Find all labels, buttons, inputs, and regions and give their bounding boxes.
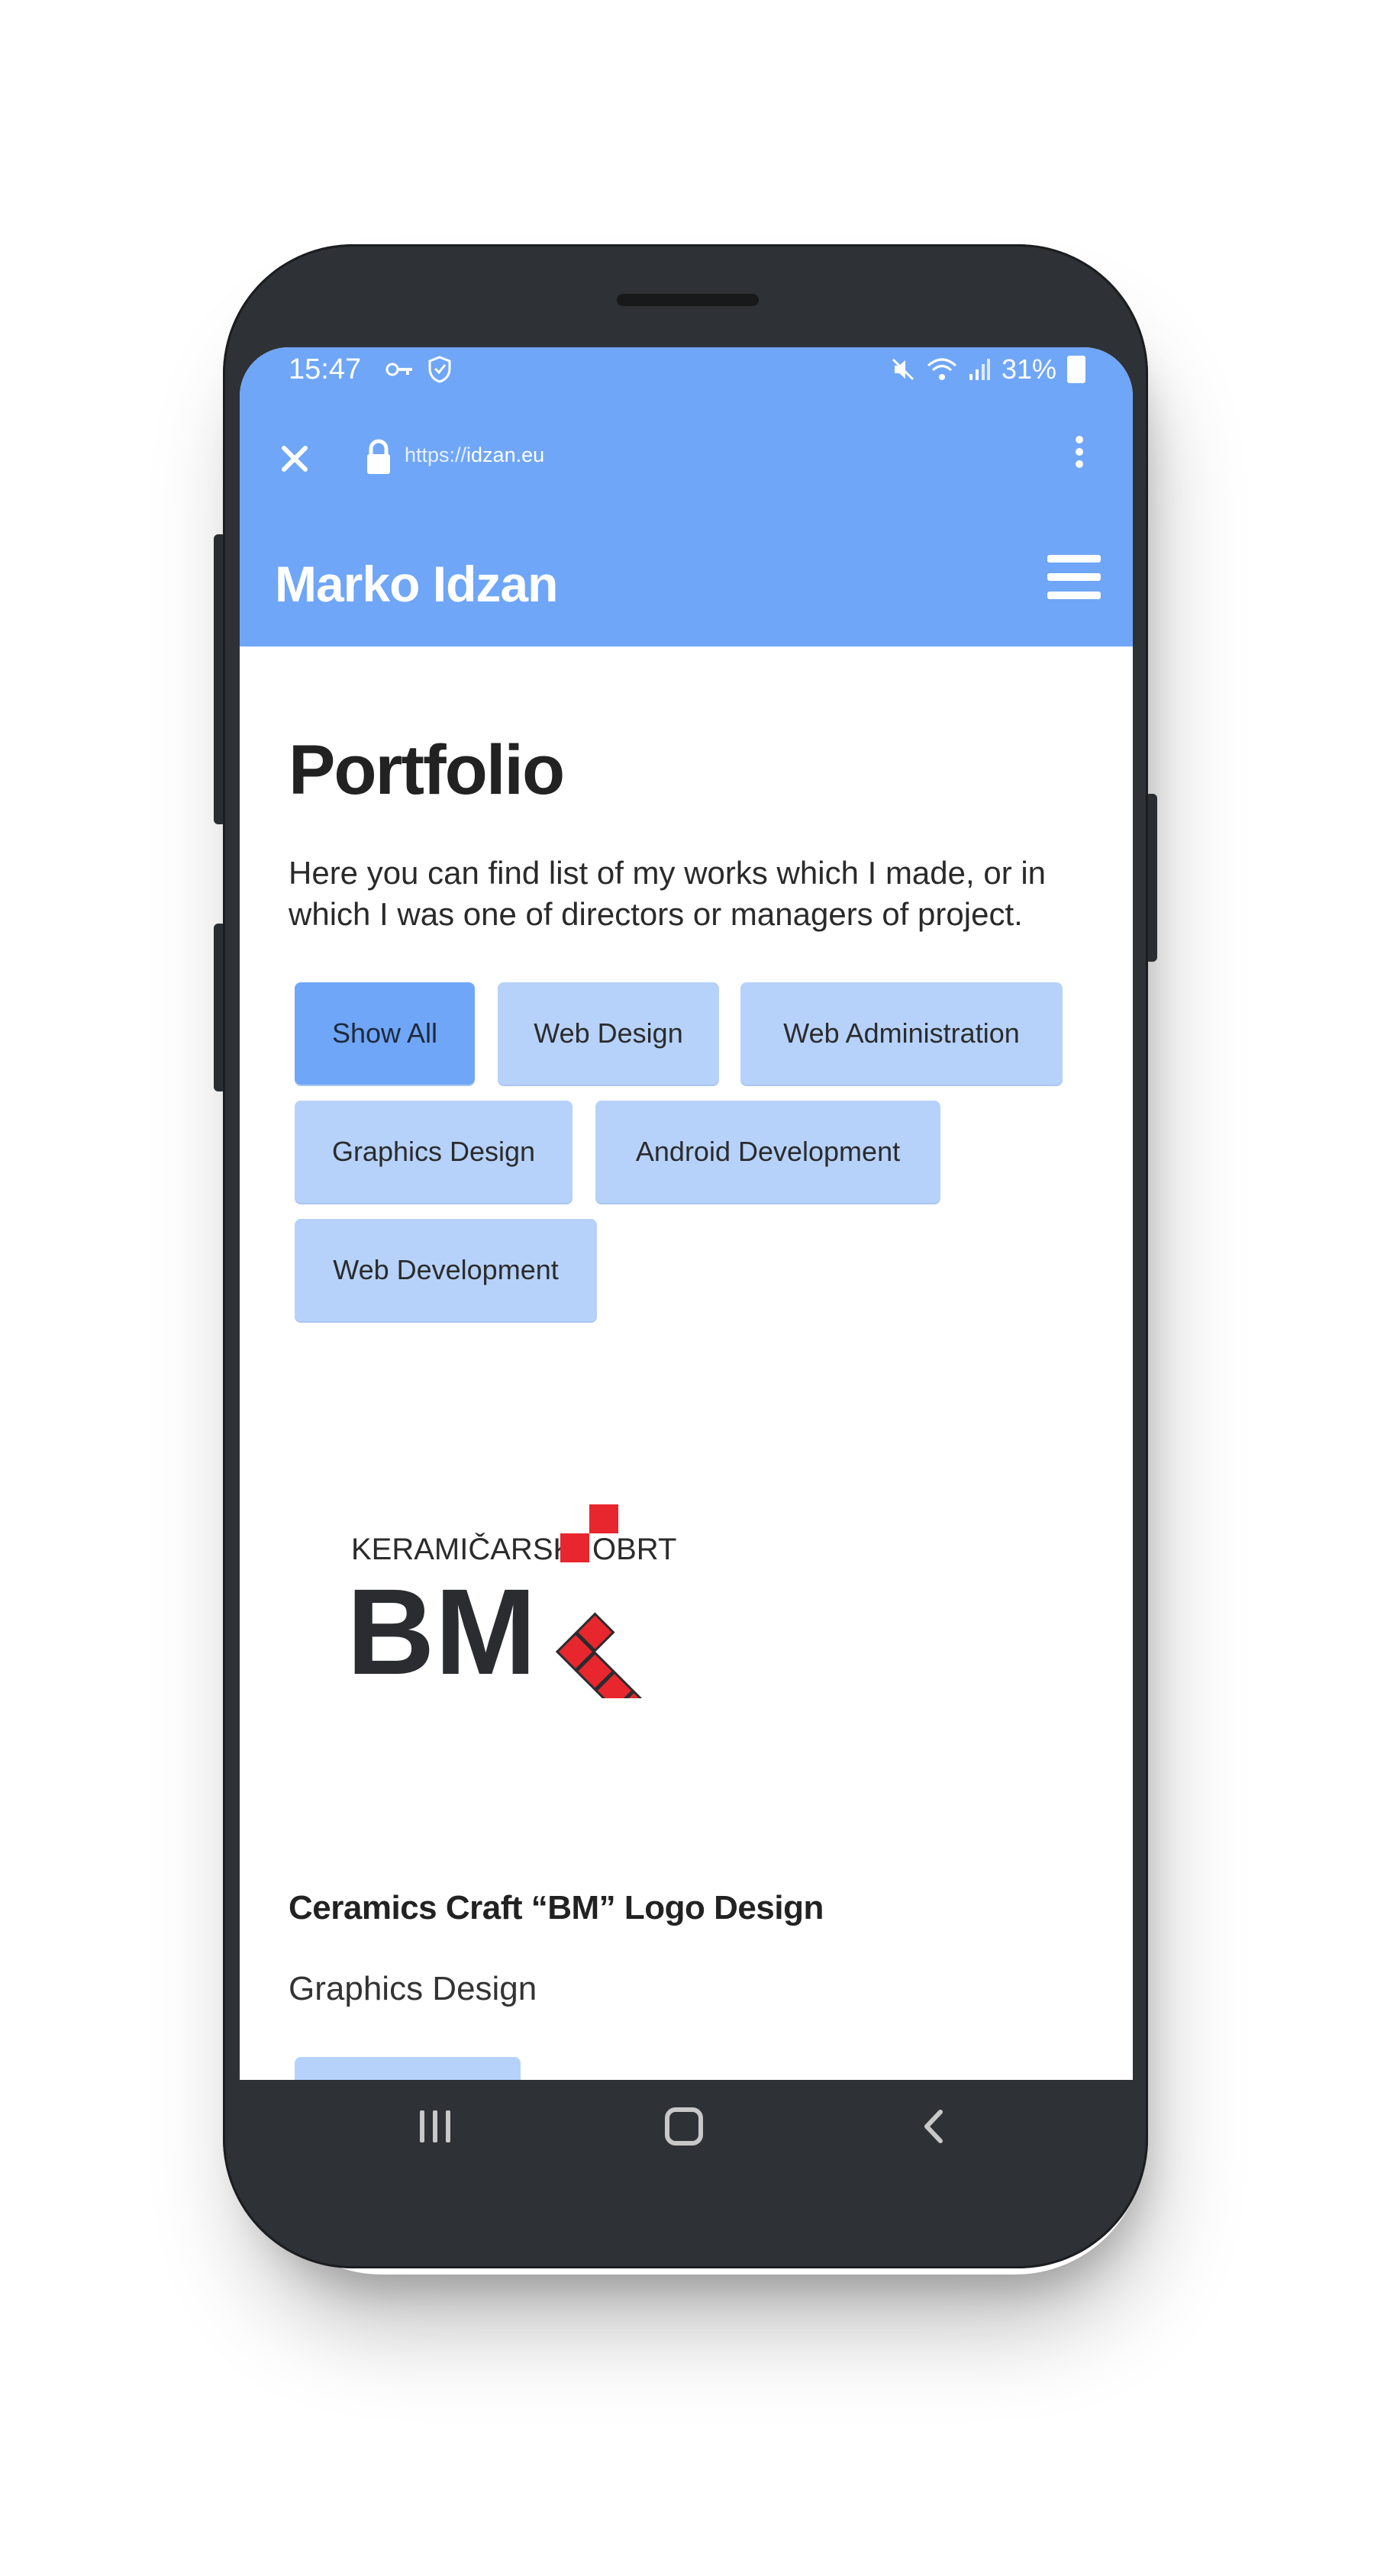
url-prefix: https://	[405, 443, 467, 466]
filter-web-administration[interactable]: Web Administration	[740, 982, 1063, 1085]
portfolio-item-logo[interactable]: KERAMIČARSKI OBRT BM	[347, 1500, 682, 1730]
android-nav-bar	[240, 2080, 1133, 2194]
filter-graphics-design[interactable]: Graphics Design	[295, 1101, 572, 1203]
filter-web-development[interactable]: Web Development	[295, 1219, 597, 1321]
page-title: Portfolio	[289, 731, 565, 809]
hamburger-icon[interactable]	[1047, 555, 1101, 604]
url-text[interactable]: https://idzan.eu	[405, 443, 544, 467]
status-left-icons	[385, 353, 453, 384]
logo-text-obrt: OBRT	[592, 1533, 676, 1566]
filter-show-all[interactable]: Show All	[295, 982, 475, 1085]
filter-android-development[interactable]: Android Development	[595, 1101, 940, 1203]
portfolio-item-category: Graphics Design	[289, 1970, 537, 2007]
earpiece-speaker	[617, 294, 759, 306]
logo-check-mark	[555, 1612, 654, 1730]
home-icon[interactable]	[665, 2107, 703, 2146]
close-icon[interactable]	[272, 436, 318, 482]
status-bar: 15:47 31%	[240, 347, 1133, 396]
bm-logo: KERAMIČARSKI OBRT BM	[347, 1504, 676, 1730]
logo-square	[589, 1504, 618, 1533]
status-right: 31%	[890, 353, 1085, 385]
more-vert-icon[interactable]	[1070, 431, 1089, 480]
signal-icon	[969, 359, 990, 380]
screen: 15:47 31% https://idzan.eu Marko Idzan P…	[240, 347, 1133, 2080]
back-icon[interactable]	[916, 2107, 954, 2146]
site-brand[interactable]: Marko Idzan	[275, 555, 558, 613]
status-time: 15:47	[289, 353, 362, 385]
logo-text-bm: BM	[347, 1563, 537, 1698]
lock-icon	[367, 439, 390, 474]
page-intro: Here you can find list of my works which…	[289, 855, 1047, 932]
portfolio-item-button[interactable]	[295, 2057, 521, 2080]
wifi-icon	[927, 358, 956, 380]
portfolio-item-title[interactable]: Ceramics Craft “BM” Logo Design	[289, 1889, 824, 1927]
url-domain: idzan.eu	[466, 443, 545, 466]
battery-percent: 31%	[1001, 353, 1056, 385]
shield-icon	[428, 356, 451, 383]
browser-url-bar: https://idzan.eu	[240, 396, 1133, 518]
battery-icon	[1067, 356, 1085, 383]
vpn-key-icon	[385, 363, 412, 376]
mute-icon	[892, 358, 914, 381]
logo-square	[560, 1533, 589, 1562]
logo-text-keramicarski: KERAMIČARSKI	[351, 1532, 582, 1566]
site-header: Marko Idzan	[240, 517, 1133, 646]
filter-web-design[interactable]: Web Design	[498, 982, 719, 1085]
recent-apps-icon[interactable]	[420, 2110, 453, 2142]
